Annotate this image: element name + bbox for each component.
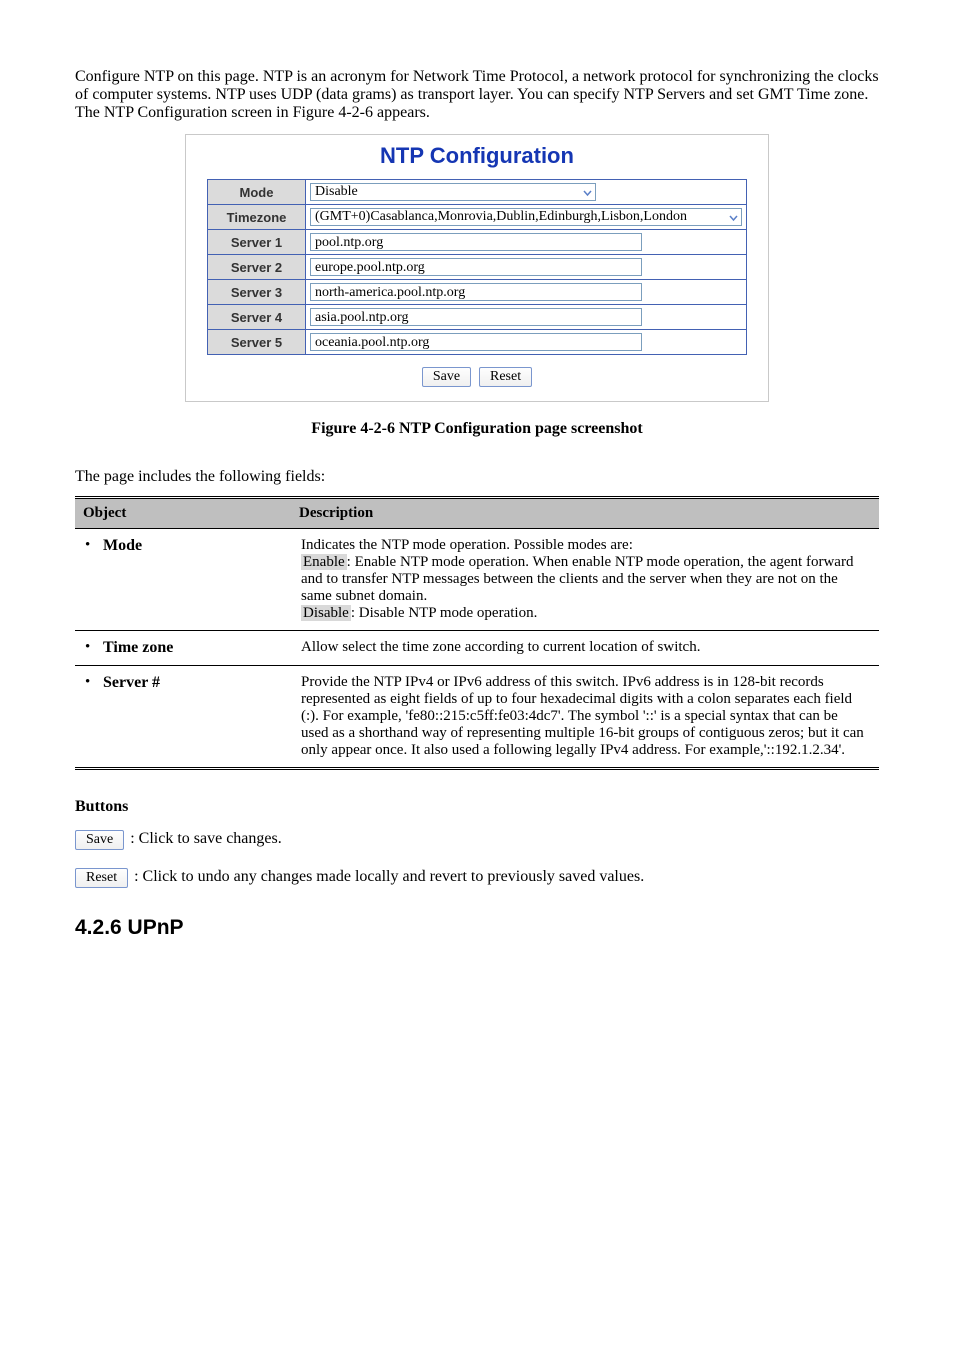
server2-label: Server 2 (208, 255, 306, 280)
server3-label: Server 3 (208, 280, 306, 305)
desc-row-timezone-desc: Allow select the time zone according to … (291, 631, 879, 666)
server5-input[interactable]: oceania.pool.ntp.org (310, 333, 642, 351)
save-button[interactable]: Save (422, 367, 471, 387)
desc-intro: The page includes the following fields: (75, 468, 879, 486)
reset-button-desc: : Click to undo any changes made locally… (134, 868, 644, 886)
reset-button-sample[interactable]: Reset (75, 868, 128, 888)
ntp-config-screenshot: NTP Configuration Mode Disable Timezone (185, 134, 769, 402)
timezone-select[interactable]: (GMT+0)Casablanca,Monrovia,Dublin,Edinbu… (310, 208, 742, 226)
config-table: Mode Disable Timezone (GMT+0)Casablanca,… (207, 179, 747, 355)
server4-label: Server 4 (208, 305, 306, 330)
mode-label: Mode (208, 180, 306, 205)
server1-label: Server 1 (208, 230, 306, 255)
reset-button[interactable]: Reset (479, 367, 532, 387)
desc-row-timezone-object: •Time zone (75, 631, 291, 666)
desc-row-mode-desc: Indicates the NTP mode operation. Possib… (291, 529, 879, 631)
chevron-down-icon (728, 212, 739, 223)
screenshot-title: NTP Configuration (186, 143, 768, 169)
desc-row-server-desc: Provide the NTP IPv4 or IPv6 address of … (291, 666, 879, 769)
server5-label: Server 5 (208, 330, 306, 355)
timezone-label: Timezone (208, 205, 306, 230)
desc-head-object: Object (75, 498, 291, 529)
mode-select[interactable]: Disable (310, 183, 596, 201)
desc-row-mode-object: •Mode (75, 529, 291, 631)
figure-caption: Figure 4-2-6 NTP Configuration page scre… (75, 420, 879, 438)
server3-input[interactable]: north-america.pool.ntp.org (310, 283, 642, 301)
mode-value: Disable (315, 184, 358, 200)
server4-input[interactable]: asia.pool.ntp.org (310, 308, 642, 326)
desc-row-server-object: •Server # (75, 666, 291, 769)
section-heading: 4.2.6 UPnP (75, 916, 879, 940)
buttons-heading: Buttons (75, 798, 879, 816)
save-button-desc: : Click to save changes. (130, 830, 282, 848)
desc-head-description: Description (291, 498, 879, 529)
intro-text: Configure NTP on this page. NTP is an ac… (75, 68, 879, 122)
timezone-value: (GMT+0)Casablanca,Monrovia,Dublin,Edinbu… (315, 209, 687, 225)
server1-input[interactable]: pool.ntp.org (310, 233, 642, 251)
chevron-down-icon (582, 187, 593, 198)
server2-input[interactable]: europe.pool.ntp.org (310, 258, 642, 276)
description-table: Object Description •Mode Indicates the N… (75, 496, 879, 770)
save-button-sample[interactable]: Save (75, 830, 124, 850)
